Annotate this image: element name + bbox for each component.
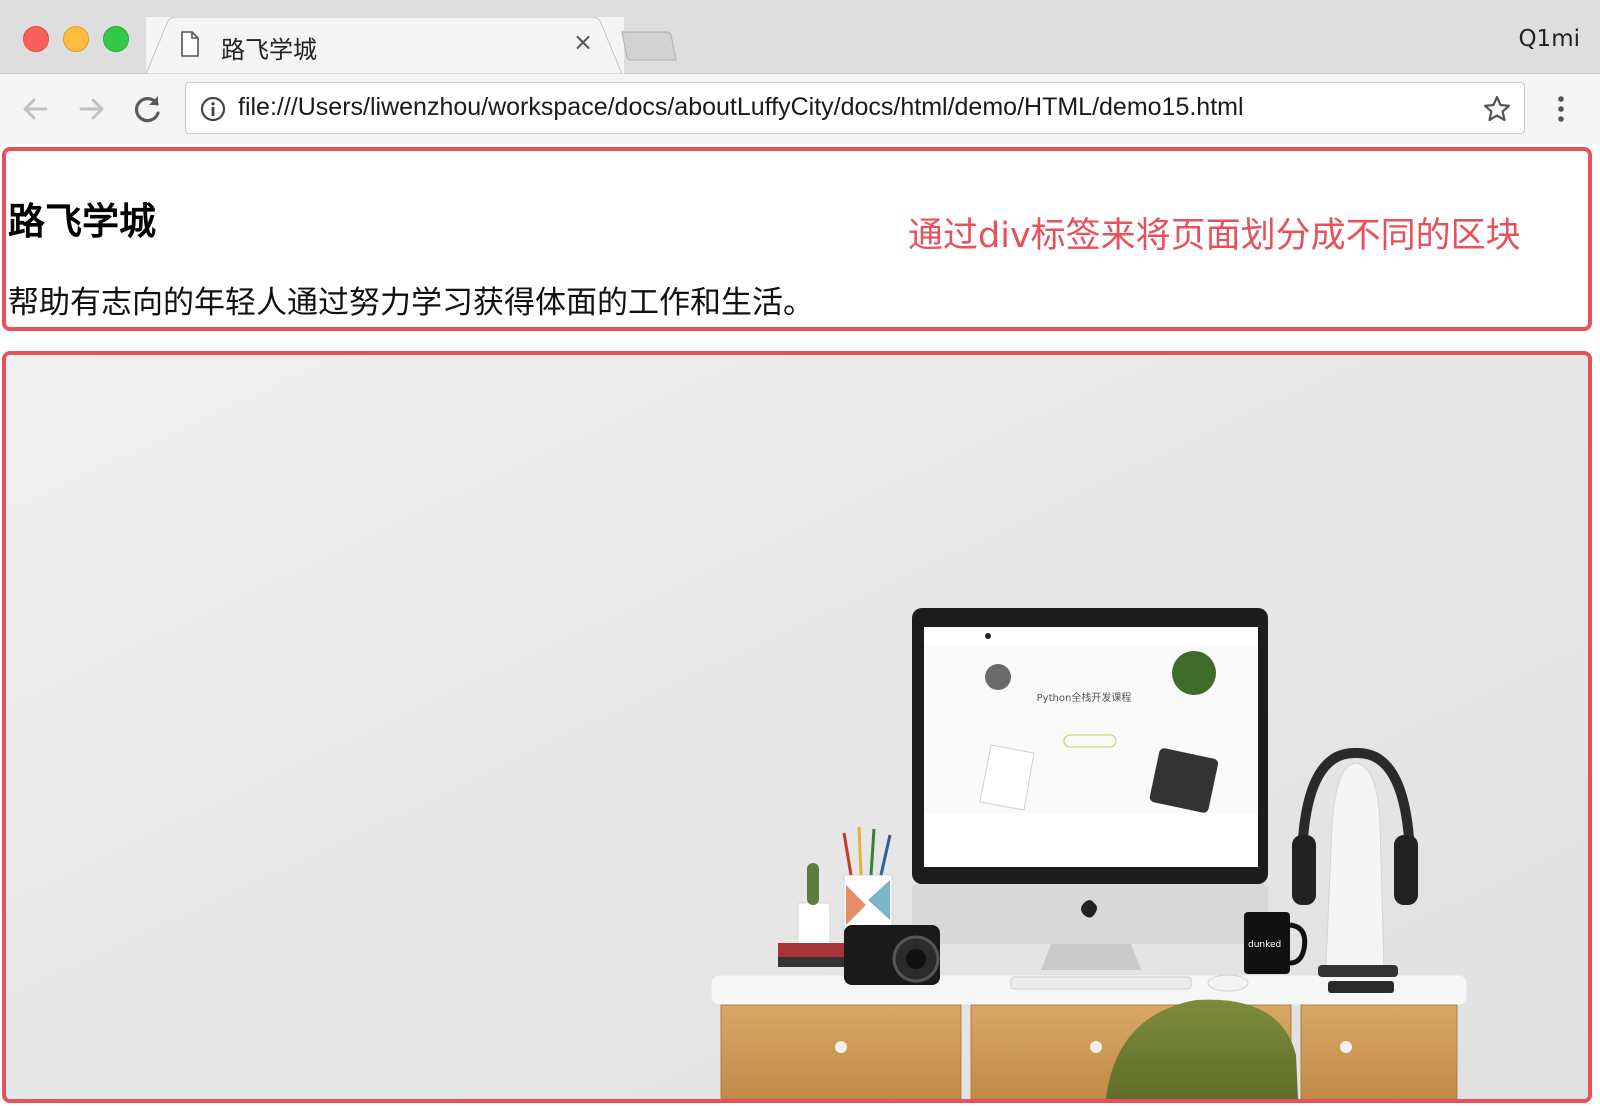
tab-title: 路飞学城 bbox=[221, 36, 317, 64]
reload-button[interactable] bbox=[129, 90, 167, 128]
page-title: 路飞学城 bbox=[8, 200, 156, 243]
info-icon[interactable] bbox=[200, 96, 226, 126]
minimize-window-button[interactable] bbox=[63, 26, 89, 52]
browser-window: 路飞学城 × Q1mi file:///Users/liwenzhou/work… bbox=[0, 0, 1600, 1106]
menu-dots-icon[interactable] bbox=[1556, 96, 1566, 128]
page-content: 路飞学城 帮助有志向的年轻人通过努力学习获得体面的工作和生活。 通过div标签来… bbox=[0, 145, 1600, 1106]
mug-label: dunked bbox=[1248, 940, 1281, 950]
annotation-text: 通过div标签来将页面划分成不同的区块 bbox=[908, 216, 1521, 256]
image-div-block: Python全栈开发课程 dunked bbox=[2, 351, 1592, 1103]
close-window-button[interactable] bbox=[23, 26, 49, 52]
arrow-right-icon bbox=[79, 98, 104, 120]
profile-name[interactable]: Q1mi bbox=[1518, 26, 1580, 52]
tab-close-button[interactable]: × bbox=[570, 29, 596, 55]
page-description: 帮助有志向的年轻人通过努力学习获得体面的工作和生活。 bbox=[8, 285, 814, 321]
file-icon bbox=[180, 31, 200, 61]
forward-button[interactable] bbox=[73, 90, 111, 128]
address-bar[interactable]: file:///Users/liwenzhou/workspace/docs/a… bbox=[185, 82, 1525, 134]
tab-active[interactable]: 路飞学城 × bbox=[146, 17, 624, 74]
tab-strip: 路飞学城 × Q1mi bbox=[0, 0, 1600, 74]
header-div-block: 路飞学城 帮助有志向的年轻人通过努力学习获得体面的工作和生活。 通过div标签来… bbox=[2, 147, 1592, 331]
arrow-left-icon bbox=[23, 98, 48, 120]
toolbar: file:///Users/liwenzhou/workspace/docs/a… bbox=[0, 74, 1600, 144]
back-button[interactable] bbox=[16, 90, 54, 128]
bookmark-star-icon[interactable] bbox=[1482, 94, 1512, 128]
tab-shape bbox=[146, 17, 623, 74]
screen-course-title: Python全栈开发课程 bbox=[1037, 691, 1132, 704]
desk-photo: Python全栈开发课程 dunked bbox=[6, 355, 1588, 1099]
maximize-window-button[interactable] bbox=[103, 26, 129, 52]
url-text[interactable]: file:///Users/liwenzhou/workspace/docs/a… bbox=[238, 93, 1244, 122]
new-tab-button[interactable] bbox=[620, 30, 678, 66]
reload-icon bbox=[135, 96, 160, 123]
